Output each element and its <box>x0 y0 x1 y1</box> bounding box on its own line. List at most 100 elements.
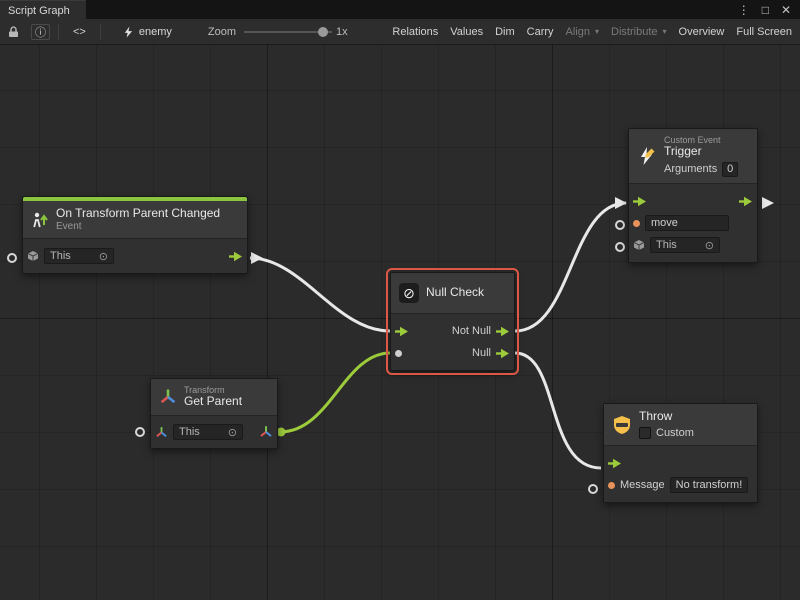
tab-strip: Script Graph ⋮ □ ✕ <box>0 0 800 19</box>
lock-icon-glyph <box>8 26 19 38</box>
distribute-label: Distribute <box>611 26 657 38</box>
flow-output-port[interactable] <box>229 251 243 262</box>
node-header: Throw Custom <box>604 404 757 446</box>
object-picker-icon[interactable]: ⊙ <box>705 239 714 252</box>
throw-icon <box>612 415 632 435</box>
transform-icon <box>159 388 177 406</box>
tab-script-graph[interactable]: Script Graph <box>0 0 86 19</box>
node-title: Null Check <box>426 286 484 300</box>
this-object-field[interactable]: This ⊙ <box>44 248 114 264</box>
node-title: Get Parent <box>184 395 242 409</box>
wire-getparent-to-nullcheck[interactable] <box>280 353 390 432</box>
arguments-count-field[interactable]: 0 <box>722 162 738 177</box>
node-custom-event-trigger[interactable]: Custom Event Trigger Arguments 0 move <box>628 128 758 263</box>
dim-button[interactable]: Dim <box>489 23 521 41</box>
tab-title: Script Graph <box>8 5 70 17</box>
event-name-input-port[interactable] <box>633 220 640 227</box>
chevron-down-icon: ▾ <box>595 27 599 36</box>
lock-icon[interactable] <box>2 23 25 41</box>
custom-event-icon <box>637 146 657 166</box>
align-label: Align <box>566 26 590 38</box>
flow-input-port[interactable] <box>395 326 409 337</box>
null-port-label: Null <box>472 347 491 359</box>
transform-port-icon <box>155 426 168 439</box>
distribute-button[interactable]: Distribute ▾ <box>605 23 672 41</box>
node-header: Transform Get Parent <box>151 379 277 416</box>
relations-button[interactable]: Relations <box>386 23 444 41</box>
code-preview-button[interactable]: <> <box>67 23 92 41</box>
node-get-parent[interactable]: Transform Get Parent This ⊙ <box>150 378 278 449</box>
graph-canvas[interactable]: On Transform Parent Changed Event This ⊙ <box>0 45 800 600</box>
zoom-label: Zoom <box>208 26 236 38</box>
wire-notnull-to-trigger[interactable] <box>515 203 626 331</box>
script-graph-icon <box>123 26 134 38</box>
flow-output-port[interactable] <box>739 196 753 207</box>
unconnected-flow-arrow[interactable] <box>762 197 774 209</box>
node-subtitle: Event <box>56 221 220 233</box>
info-icon: ⓘ <box>35 24 46 40</box>
carry-button[interactable]: Carry <box>521 23 560 41</box>
object-picker-icon[interactable]: ⊙ <box>228 426 237 439</box>
unconnected-port-ring[interactable] <box>8 254 16 262</box>
toolbar-divider <box>58 24 59 40</box>
menu-icon[interactable]: ⋮ <box>738 4 750 16</box>
toolbar-divider <box>100 24 101 40</box>
null-flow-output-port[interactable] <box>496 348 510 359</box>
transform-output-port[interactable] <box>259 425 273 439</box>
align-button[interactable]: Align ▾ <box>560 23 605 41</box>
wire-null-to-throw[interactable] <box>515 353 601 468</box>
event-name-field[interactable]: move <box>645 215 729 231</box>
node-header: ⊘ Null Check <box>391 273 514 314</box>
zoom-value: 1x <box>336 26 348 38</box>
node-throw[interactable]: Throw Custom Message No transform! <box>603 403 758 503</box>
message-label: Message <box>620 479 665 491</box>
node-header: On Transform Parent Changed Event <box>23 201 247 239</box>
overview-button[interactable]: Overview <box>673 23 731 41</box>
window-controls: ⋮ □ ✕ <box>738 0 800 19</box>
flow-input-port[interactable] <box>633 196 647 207</box>
wire-arrowhead <box>251 252 263 264</box>
arguments-label: Arguments <box>664 163 717 176</box>
node-title: Trigger <box>664 145 738 159</box>
message-field[interactable]: No transform! <box>670 477 749 493</box>
gameobject-cube-icon <box>27 250 39 262</box>
object-field-value: This <box>656 239 677 251</box>
not-null-flow-output-port[interactable] <box>496 326 510 337</box>
code-icon: <> <box>73 26 86 38</box>
gameobject-cube-icon <box>633 239 645 251</box>
object-field-value: This <box>50 250 71 262</box>
value-input-port[interactable] <box>395 350 402 357</box>
chevron-down-icon: ▾ <box>663 27 667 36</box>
node-null-check[interactable]: ⊘ Null Check Not Null Null <box>390 272 515 371</box>
full-screen-button[interactable]: Full Screen <box>730 23 798 41</box>
custom-checkbox-label: Custom <box>656 427 694 440</box>
wire-event-to-nullcheck[interactable] <box>250 258 390 331</box>
null-check-icon: ⊘ <box>399 283 419 303</box>
flow-input-port[interactable] <box>608 458 622 469</box>
node-title: Throw <box>639 410 694 424</box>
graph-toolbar: ⓘ <> enemy Zoom 1x Relations Values Dim … <box>0 19 800 45</box>
node-header: Custom Event Trigger Arguments 0 <box>629 129 757 184</box>
close-icon[interactable]: ✕ <box>781 4 791 16</box>
not-null-port-label: Not Null <box>452 325 491 337</box>
unconnected-port-ring[interactable] <box>616 243 624 251</box>
info-button[interactable]: ⓘ <box>31 24 50 40</box>
zoom-slider-handle[interactable] <box>318 27 328 37</box>
object-field-value: This <box>179 426 200 438</box>
transform-parent-changed-icon <box>31 211 49 229</box>
zoom-slider[interactable] <box>244 25 332 39</box>
message-input-port[interactable] <box>608 482 615 489</box>
node-on-transform-parent-changed[interactable]: On Transform Parent Changed Event This ⊙ <box>22 196 248 274</box>
maximize-icon[interactable]: □ <box>762 4 769 16</box>
node-title: On Transform Parent Changed <box>56 207 220 221</box>
script-graph-window: Script Graph ⋮ □ ✕ ⓘ <> enemy Zoom 1x <box>0 0 800 600</box>
object-picker-icon[interactable]: ⊙ <box>99 250 108 263</box>
unconnected-port-ring[interactable] <box>616 221 624 229</box>
values-button[interactable]: Values <box>444 23 489 41</box>
unconnected-port-ring[interactable] <box>589 485 597 493</box>
graph-asset-reference[interactable]: enemy <box>123 26 172 38</box>
this-object-field[interactable]: This ⊙ <box>173 424 243 440</box>
this-object-field[interactable]: This ⊙ <box>650 237 720 253</box>
unconnected-port-ring[interactable] <box>136 428 144 436</box>
custom-checkbox[interactable] <box>639 427 651 439</box>
